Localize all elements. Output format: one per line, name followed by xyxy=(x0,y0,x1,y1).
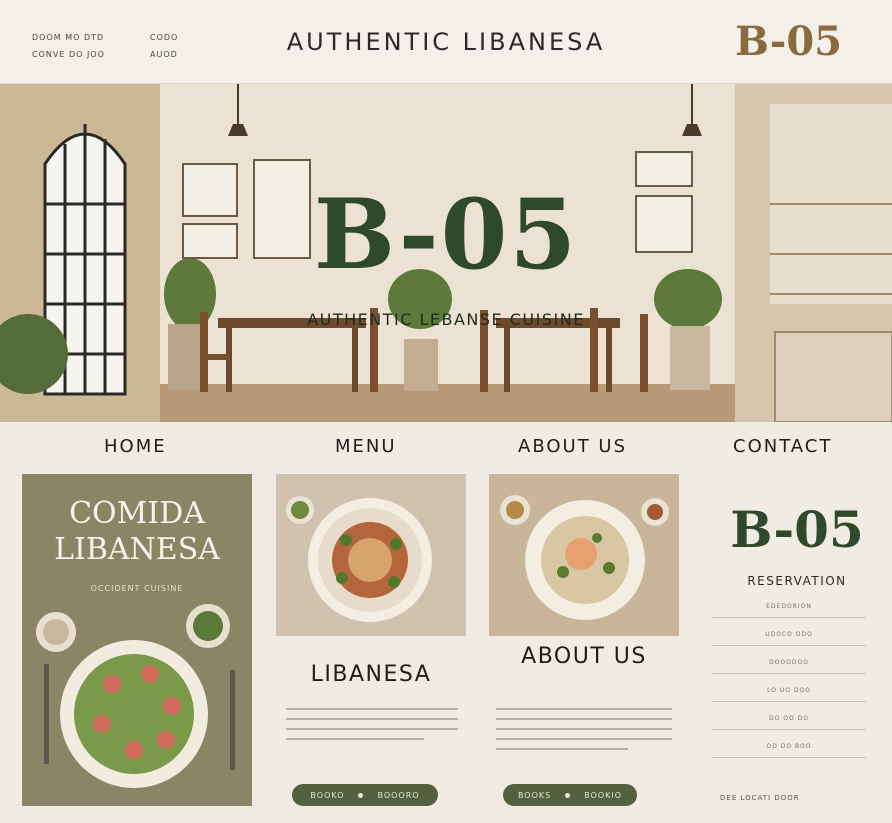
card-title-libanesa: LIBANESA xyxy=(310,662,432,687)
reservation-field[interactable]: DO OO DO xyxy=(712,708,866,730)
salad-plate-image xyxy=(36,604,235,788)
hero-banner: B-05 AUTHENTIC LEBANSE CUISINE xyxy=(0,84,892,422)
nav-home[interactable]: HOME xyxy=(104,436,167,457)
reservation-title: RESERVATION xyxy=(747,574,847,588)
nav-contact[interactable]: CONTACT xyxy=(733,436,832,457)
book-button-label-2: BOOKIO xyxy=(584,790,623,800)
dish-image-about[interactable] xyxy=(489,474,679,636)
book-button-label-2: BOOORO xyxy=(377,790,420,800)
main-nav: HOME MENU ABOUT US CONTACT xyxy=(0,422,892,472)
reservation-brand: B-05 xyxy=(730,500,864,559)
book-button-label: BOOKO xyxy=(310,790,345,800)
dish-plate-image xyxy=(489,474,679,636)
dish-plate-image xyxy=(276,474,466,636)
dish-image-libanesa[interactable] xyxy=(276,474,466,636)
card-text-placeholder xyxy=(496,708,672,758)
nav-about-us[interactable]: ABOUT US xyxy=(518,436,627,457)
brand-logo[interactable]: B-05 xyxy=(735,18,842,65)
reservation-form: EDEDORION UDOCO ODO DOOODOO LO UO DOO DO… xyxy=(712,596,866,764)
reservation-field[interactable]: EDEDORION xyxy=(712,596,866,618)
dot-icon xyxy=(565,792,571,798)
hero-title: B-05 xyxy=(313,178,579,291)
reservation-field[interactable]: OD DO BOO xyxy=(712,736,866,758)
book-button-label: BOOKS xyxy=(517,790,552,800)
book-button[interactable]: BOOKS BOOKIO xyxy=(503,784,637,806)
reservation-field[interactable]: DOOODOO xyxy=(712,652,866,674)
card-title-about-us: ABOUT US xyxy=(521,644,647,669)
nav-menu[interactable]: MENU xyxy=(335,436,397,457)
reservation-field[interactable]: LO UO DOO xyxy=(712,680,866,702)
dot-icon xyxy=(358,792,364,798)
reservation-footer: DEE LOCATI DOOR xyxy=(720,794,800,802)
reservation-field[interactable]: UDOCO ODO xyxy=(712,624,866,646)
top-bar: DOOM MO DTD CONVE DO JOO CODO AUOD AUTHE… xyxy=(0,0,892,84)
menu-card-comida[interactable]: COMIDA LIBANESA OCCIDENT CUISINE xyxy=(22,474,252,806)
card-text-placeholder xyxy=(286,708,458,748)
hero-subtitle: AUTHENTIC LEBANSE CUISINE xyxy=(307,310,585,329)
book-button[interactable]: BOOKO BOOORO xyxy=(292,784,438,806)
